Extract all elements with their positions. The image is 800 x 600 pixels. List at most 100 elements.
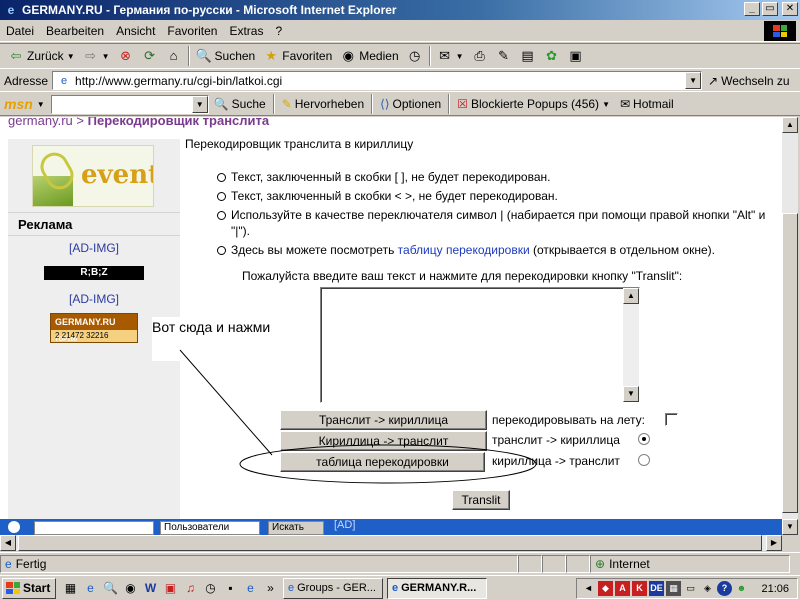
msn-search-dropdown[interactable]: ▼ — [191, 95, 208, 113]
translit-table-link[interactable]: таблицу перекодировки — [398, 243, 530, 257]
history-button[interactable]: ◷ — [403, 45, 427, 67]
address-dropdown-button[interactable]: ▼ — [685, 72, 702, 89]
maximize-button[interactable]: ▭ — [762, 2, 778, 16]
options-button[interactable]: ⟨⟩ Optionen — [375, 97, 446, 111]
scroll-down-arrow[interactable]: ▼ — [782, 519, 798, 535]
translit-textarea[interactable]: ▲ ▼ — [320, 287, 640, 403]
scroll-up-arrow[interactable]: ▲ — [782, 117, 798, 133]
more-chevron-icon[interactable]: » — [262, 580, 279, 597]
search-button[interactable]: 🔍 Suchen — [192, 45, 260, 67]
scrollbar-thumb[interactable] — [782, 213, 798, 513]
back-button[interactable]: ⇦ Zurück ▼ — [4, 45, 79, 67]
vertical-scrollbar[interactable]: ▲ ▼ — [782, 117, 798, 535]
bottom-ad-link[interactable]: [AD] — [334, 519, 355, 531]
network-icon[interactable]: ▦ — [666, 581, 681, 596]
chevron-down-icon[interactable]: ▼ — [37, 100, 45, 109]
forward-button[interactable]: ⇨ ▼ — [79, 45, 114, 67]
msn-search-input[interactable]: ▼ — [50, 94, 209, 114]
events-logo-text: events — [81, 160, 153, 190]
task-germany[interactable]: e GERMANY.R... — [387, 577, 487, 599]
menu-view[interactable]: Ansicht — [110, 24, 161, 38]
go-button[interactable]: ↗ Wechseln zu — [708, 74, 790, 88]
menu-file[interactable]: Datei — [0, 24, 40, 38]
start-button[interactable]: Start — [2, 577, 56, 599]
search-icon[interactable]: 🔍 — [102, 580, 119, 597]
help-icon[interactable]: ? — [717, 581, 732, 596]
menu-edit[interactable]: Bearbeiten — [40, 24, 110, 38]
language-icon[interactable]: DE — [649, 581, 664, 596]
clock-icon[interactable]: ◷ — [202, 580, 219, 597]
germany-ru-counter[interactable]: GERMANY.RU TOP100 2 21472 32216 — [50, 313, 138, 343]
driver-icon[interactable]: ◈ — [700, 581, 715, 596]
bottom-search-input[interactable] — [34, 521, 154, 535]
menu-favorites[interactable]: Favoriten — [161, 24, 223, 38]
task-groups[interactable]: e Groups - GER... — [283, 577, 383, 599]
breadcrumb-site-link[interactable]: germany.ru — [8, 117, 73, 128]
desktop-icon[interactable]: ▦ — [62, 580, 79, 597]
monitor-icon[interactable]: ▭ — [683, 581, 698, 596]
stop-button[interactable]: ⊗ — [114, 45, 138, 67]
scroll-up-arrow[interactable]: ▲ — [623, 288, 639, 304]
ad-image-2[interactable]: [AD-IMG] — [8, 292, 180, 306]
mail-button[interactable]: ✉ ▼ — [433, 45, 468, 67]
media-player-icon[interactable]: ◉ — [122, 580, 139, 597]
direction-cyr-lat-label: кириллица -> транслит — [492, 454, 620, 468]
hotmail-button[interactable]: ✉ Hotmail — [615, 97, 679, 111]
horizontal-scrollbar[interactable]: ◀ ▶ — [0, 535, 782, 551]
security-icon[interactable]: K — [632, 581, 647, 596]
page-icon: e — [60, 74, 68, 87]
highlight-button[interactable]: ✎ Hervorheben — [277, 97, 369, 111]
discuss-button[interactable]: ▤ — [516, 45, 540, 67]
direction-cyr-lat-radio[interactable] — [638, 454, 650, 466]
menu-tools[interactable]: Extras — [223, 24, 269, 38]
ad-image-1[interactable]: [AD-IMG] — [8, 241, 180, 255]
msn-search-button[interactable]: 🔍 Suche — [209, 97, 271, 111]
ie-icon[interactable]: e — [82, 580, 99, 597]
antivirus-icon[interactable]: ◆ — [598, 581, 613, 596]
direction-lat-cyr-radio[interactable] — [638, 433, 650, 445]
quick-launch: ▦ e 🔍 ◉ W ▣ ♫ ◷ ▪ e » — [62, 580, 279, 597]
word-icon[interactable]: W — [142, 580, 159, 597]
popup-blocker-button[interactable]: ☒ Blockierte Popups (456) ▼ — [452, 97, 615, 111]
rbz-banner[interactable]: R;B;Z — [44, 266, 144, 280]
events-banner[interactable]: events — [32, 145, 154, 207]
radio-icon[interactable] — [8, 521, 20, 533]
edit-button[interactable]: ✎ — [492, 45, 516, 67]
floppy-icon[interactable]: ▪ — [222, 580, 239, 597]
bottom-select[interactable]: Пользователи — [160, 521, 260, 535]
media-button[interactable]: ◉ Medien — [336, 45, 402, 67]
scroll-down-arrow[interactable]: ▼ — [623, 386, 639, 402]
translit-submit-button[interactable]: Translit — [452, 490, 510, 510]
menu-help[interactable]: ? — [269, 24, 288, 38]
home-button[interactable]: ⌂ — [162, 45, 186, 67]
translit-to-cyrillic-button[interactable]: Транслит -> кириллица — [280, 410, 487, 430]
mail-icon: ✉ — [439, 48, 451, 63]
page-viewport[interactable]: germany.ru > Перекодировщик транслита ev… — [0, 117, 782, 535]
address-input[interactable]: e http://www.germany.ru/cgi-bin/latkoi.c… — [52, 71, 703, 90]
scrollbar-thumb[interactable] — [18, 535, 762, 551]
icq-button[interactable]: ✿ — [540, 45, 564, 67]
bottom-search-button[interactable]: Искать — [268, 521, 324, 535]
favorites-button[interactable]: ★ Favoriten — [259, 45, 336, 67]
antivir-icon[interactable]: A — [615, 581, 630, 596]
address-url[interactable]: http://www.germany.ru/cgi-bin/latkoi.cgi — [75, 74, 282, 88]
messenger-button[interactable]: ▣ — [564, 45, 588, 67]
translit-table-button[interactable]: таблица перекодировки — [280, 452, 485, 472]
breadcrumb: germany.ru > Перекодировщик транслита — [8, 117, 269, 128]
scroll-right-arrow[interactable]: ▶ — [766, 535, 782, 551]
print-button[interactable]: ⎙ — [468, 45, 492, 67]
messenger-icon[interactable]: ☻ — [734, 581, 749, 596]
refresh-button[interactable]: ⟳ — [138, 45, 162, 67]
msn-logo[interactable]: msn — [4, 96, 33, 112]
minimize-button[interactable]: _ — [744, 2, 760, 16]
cyrillic-to-translit-button[interactable]: Кириллица -> транслит — [280, 431, 487, 451]
window-titlebar[interactable]: e GERMANY.RU - Германия по-русски - Micr… — [0, 0, 800, 20]
speaker-icon[interactable]: ◄ — [581, 581, 596, 596]
music-icon[interactable]: ♫ — [182, 580, 199, 597]
close-button[interactable]: ✕ — [782, 2, 798, 16]
ie-icon[interactable]: e — [242, 580, 259, 597]
scroll-left-arrow[interactable]: ◀ — [0, 535, 16, 551]
textarea-scrollbar[interactable]: ▲ ▼ — [623, 288, 639, 402]
live-convert-checkbox[interactable] — [665, 413, 678, 426]
pdf-icon[interactable]: ▣ — [162, 580, 179, 597]
